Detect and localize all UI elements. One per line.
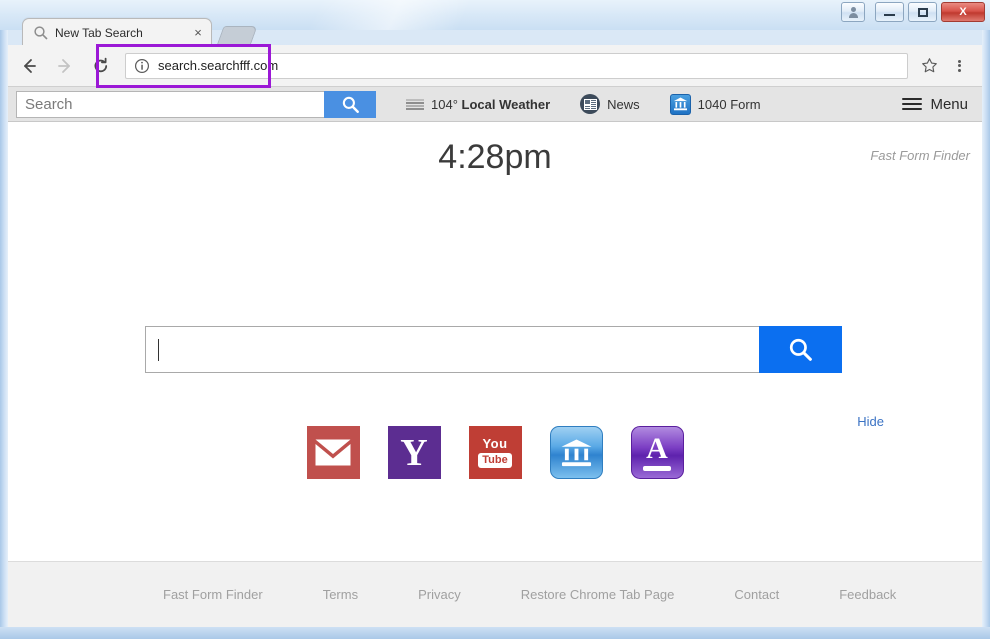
- window-right-border: [982, 30, 990, 639]
- omnibox-wrapper: search.searchfff.com: [125, 52, 908, 79]
- extension-menu-label: Menu: [930, 95, 968, 113]
- yahoo-y-icon: Y: [400, 431, 428, 474]
- extension-toolbar: Search 104° Local Weather News 1040 Form…: [8, 87, 982, 122]
- forward-button[interactable]: [50, 51, 80, 81]
- address-bar[interactable]: search.searchfff.com: [125, 52, 908, 79]
- footer-link-restore-chrome-tab-page[interactable]: Restore Chrome Tab Page: [521, 587, 675, 602]
- footer-link-privacy[interactable]: Privacy: [418, 587, 461, 602]
- tile-1040-form[interactable]: [549, 426, 603, 479]
- envelope-icon: [315, 439, 351, 466]
- new-tab-button[interactable]: [216, 26, 258, 46]
- news-label: News: [607, 96, 640, 112]
- footer-link-fast-form-finder[interactable]: Fast Form Finder: [163, 587, 263, 602]
- main-search: [145, 326, 842, 373]
- window-bottom-border: [0, 627, 990, 639]
- ext-link-news[interactable]: News: [580, 94, 640, 114]
- main-search-button[interactable]: [759, 326, 842, 373]
- tile-yahoo[interactable]: Y: [387, 426, 441, 479]
- text-cursor: [158, 338, 159, 361]
- back-button[interactable]: [14, 51, 44, 81]
- window-left-border: [0, 30, 8, 639]
- weather-label: Local Weather: [461, 96, 551, 112]
- tile-youtube[interactable]: You Tube: [468, 426, 522, 479]
- browser-toolbar: search.searchfff.com: [8, 45, 982, 87]
- search-icon: [789, 338, 812, 361]
- page-content: 4:28pm Fast Form Finder Hide Y You Tube …: [8, 122, 982, 627]
- info-icon[interactable]: [134, 58, 150, 74]
- ext-link-1040-form[interactable]: 1040 Form: [669, 93, 761, 115]
- ext-link-local-weather[interactable]: 104° Local Weather: [406, 97, 550, 112]
- shortcut-tiles: Y You Tube A: [8, 426, 982, 479]
- bank-building-icon: [561, 438, 591, 466]
- footer-link-terms[interactable]: Terms: [323, 587, 358, 602]
- footer-link-contact[interactable]: Contact: [734, 587, 779, 602]
- reload-icon: [94, 57, 108, 72]
- footer-link-feedback[interactable]: Feedback: [839, 587, 896, 602]
- tab-favicon-search-icon: [33, 25, 49, 41]
- letter-a-icon: A: [643, 431, 671, 471]
- brand-label: Fast Form Finder: [870, 148, 970, 163]
- forward-arrow-icon: [58, 58, 70, 73]
- extension-search-input[interactable]: Search: [16, 90, 324, 118]
- tile-gmail[interactable]: [306, 426, 360, 479]
- youtube-icon: You Tube: [478, 436, 512, 468]
- clock-row: 4:28pm Fast Form Finder: [8, 122, 982, 184]
- clock-display: 4:28pm: [438, 138, 552, 176]
- browser-window: X New Tab Search × search.searchfff.com …: [0, 0, 990, 639]
- newspaper-icon: [580, 94, 601, 114]
- letter-a-glyph: A: [646, 431, 668, 465]
- reload-button[interactable]: [86, 51, 116, 81]
- address-bar-url: search.searchfff.com: [158, 58, 279, 73]
- chrome-menu-button[interactable]: [944, 51, 974, 81]
- weather-haze-icon: [406, 97, 424, 111]
- page-footer: Fast Form Finder Terms Privacy Restore C…: [8, 561, 982, 627]
- star-icon: [921, 58, 937, 73]
- extension-search: Search: [16, 90, 376, 118]
- extension-menu-button[interactable]: Menu: [902, 95, 968, 113]
- youtube-line2: Tube: [478, 453, 512, 468]
- tab-strip: New Tab Search ×: [0, 13, 990, 46]
- hamburger-icon: [902, 95, 923, 113]
- extension-search-button[interactable]: [324, 90, 376, 118]
- weather-temp: 104°: [431, 96, 458, 112]
- form-1040-label: 1040 Form: [697, 96, 761, 112]
- kebab-menu-icon: [957, 58, 961, 73]
- bookmark-star-button[interactable]: [914, 51, 944, 81]
- tile-amazon[interactable]: A: [630, 426, 684, 479]
- main-search-input[interactable]: [145, 326, 759, 373]
- back-arrow-icon: [24, 58, 36, 73]
- search-icon: [342, 96, 359, 113]
- tab-title: New Tab Search: [55, 25, 143, 40]
- bank-building-icon: [669, 93, 691, 115]
- tab-new-tab-search[interactable]: New Tab Search ×: [22, 18, 212, 46]
- youtube-line1: You: [482, 436, 508, 451]
- tab-close-icon[interactable]: ×: [191, 26, 205, 40]
